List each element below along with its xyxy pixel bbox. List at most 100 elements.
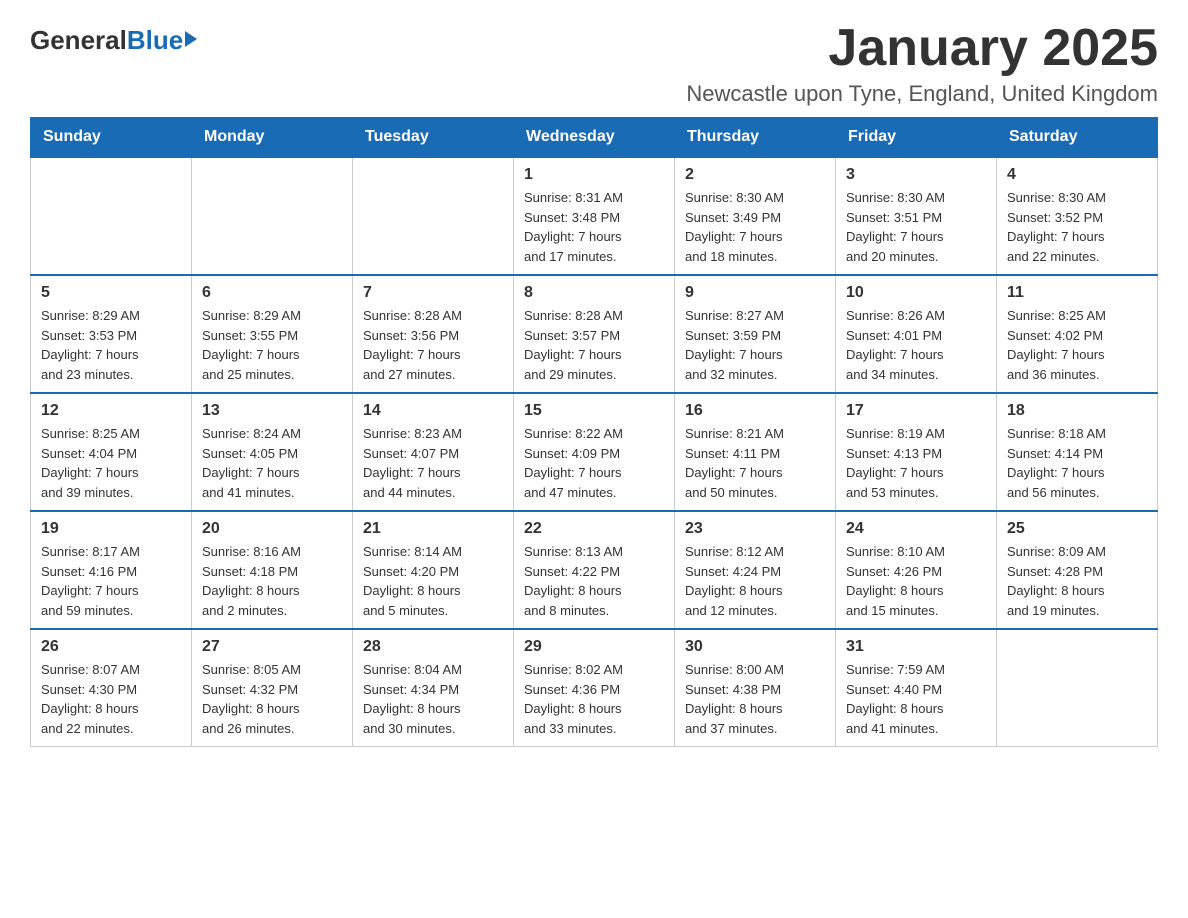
- location-subtitle: Newcastle upon Tyne, England, United Kin…: [686, 81, 1158, 107]
- calendar-header-friday: Friday: [836, 118, 997, 158]
- day-info: Sunrise: 8:19 AMSunset: 4:13 PMDaylight:…: [846, 424, 986, 502]
- day-info: Sunrise: 8:17 AMSunset: 4:16 PMDaylight:…: [41, 542, 181, 620]
- day-info: Sunrise: 8:07 AMSunset: 4:30 PMDaylight:…: [41, 660, 181, 738]
- day-number: 6: [202, 284, 342, 302]
- day-info: Sunrise: 8:29 AMSunset: 3:53 PMDaylight:…: [41, 306, 181, 384]
- day-info: Sunrise: 8:12 AMSunset: 4:24 PMDaylight:…: [685, 542, 825, 620]
- day-number: 13: [202, 402, 342, 420]
- logo-arrow-icon: [185, 31, 197, 47]
- day-number: 1: [524, 166, 664, 184]
- calendar-cell: 26 Sunrise: 8:07 AMSunset: 4:30 PMDayligh…: [31, 629, 192, 747]
- calendar-cell: 29 Sunrise: 8:02 AMSunset: 4:36 PMDayligh…: [514, 629, 675, 747]
- calendar-cell: 27 Sunrise: 8:05 AMSunset: 4:32 PMDayligh…: [192, 629, 353, 747]
- day-info: Sunrise: 8:29 AMSunset: 3:55 PMDaylight:…: [202, 306, 342, 384]
- page-header: General Blue January 2025 Newcastle upon…: [30, 20, 1158, 107]
- day-number: 11: [1007, 284, 1147, 302]
- day-number: 18: [1007, 402, 1147, 420]
- calendar-cell: 17 Sunrise: 8:19 AMSunset: 4:13 PMDayligh…: [836, 393, 997, 511]
- calendar-week-row: 26 Sunrise: 8:07 AMSunset: 4:30 PMDayligh…: [31, 629, 1158, 747]
- calendar-cell: 5Sunrise: 8:29 AMSunset: 3:53 PMDaylight…: [31, 275, 192, 393]
- title-section: January 2025 Newcastle upon Tyne, Englan…: [686, 20, 1158, 107]
- day-number: 23: [685, 520, 825, 538]
- calendar-cell: 3Sunrise: 8:30 AMSunset: 3:51 PMDaylight…: [836, 157, 997, 275]
- calendar-header-row: SundayMondayTuesdayWednesdayThursdayFrid…: [31, 118, 1158, 158]
- calendar-cell: 11 Sunrise: 8:25 AMSunset: 4:02 PMDayligh…: [997, 275, 1158, 393]
- calendar-header-sunday: Sunday: [31, 118, 192, 158]
- calendar-cell: 13 Sunrise: 8:24 AMSunset: 4:05 PMDayligh…: [192, 393, 353, 511]
- calendar-cell: 8 Sunrise: 8:28 AMSunset: 3:57 PMDaylight…: [514, 275, 675, 393]
- logo: General Blue: [30, 25, 197, 56]
- calendar-cell: 14 Sunrise: 8:23 AMSunset: 4:07 PMDayligh…: [353, 393, 514, 511]
- day-info: Sunrise: 8:28 AMSunset: 3:56 PMDaylight:…: [363, 306, 503, 384]
- day-info: Sunrise: 8:25 AMSunset: 4:04 PMDaylight:…: [41, 424, 181, 502]
- day-info: Sunrise: 8:30 AMSunset: 3:51 PMDaylight:…: [846, 188, 986, 266]
- day-number: 16: [685, 402, 825, 420]
- day-info: Sunrise: 8:30 AMSunset: 3:49 PMDaylight:…: [685, 188, 825, 266]
- day-number: 21: [363, 520, 503, 538]
- day-info: Sunrise: 8:25 AMSunset: 4:02 PMDaylight:…: [1007, 306, 1147, 384]
- calendar-cell: 4Sunrise: 8:30 AMSunset: 3:52 PMDaylight…: [997, 157, 1158, 275]
- day-info: Sunrise: 8:05 AMSunset: 4:32 PMDaylight:…: [202, 660, 342, 738]
- calendar-cell: 9Sunrise: 8:27 AMSunset: 3:59 PMDaylight…: [675, 275, 836, 393]
- day-info: Sunrise: 8:24 AMSunset: 4:05 PMDaylight:…: [202, 424, 342, 502]
- day-number: 8: [524, 284, 664, 302]
- calendar-cell: 16Sunrise: 8:21 AMSunset: 4:11 PMDayligh…: [675, 393, 836, 511]
- calendar-cell: 28 Sunrise: 8:04 AMSunset: 4:34 PMDayligh…: [353, 629, 514, 747]
- calendar-cell: 20 Sunrise: 8:16 AMSunset: 4:18 PMDayligh…: [192, 511, 353, 629]
- logo-blue-text: Blue: [127, 25, 183, 56]
- calendar-week-row: 12Sunrise: 8:25 AMSunset: 4:04 PMDayligh…: [31, 393, 1158, 511]
- day-info: Sunrise: 8:04 AMSunset: 4:34 PMDaylight:…: [363, 660, 503, 738]
- day-number: 19: [41, 520, 181, 538]
- day-number: 20: [202, 520, 342, 538]
- day-number: 24: [846, 520, 986, 538]
- day-info: Sunrise: 8:02 AMSunset: 4:36 PMDaylight:…: [524, 660, 664, 738]
- day-number: 27: [202, 638, 342, 656]
- day-info: Sunrise: 8:16 AMSunset: 4:18 PMDaylight:…: [202, 542, 342, 620]
- day-info: Sunrise: 8:28 AMSunset: 3:57 PMDaylight:…: [524, 306, 664, 384]
- calendar-header-saturday: Saturday: [997, 118, 1158, 158]
- calendar-cell: 10 Sunrise: 8:26 AMSunset: 4:01 PMDayligh…: [836, 275, 997, 393]
- calendar-cell: [31, 157, 192, 275]
- day-number: 15: [524, 402, 664, 420]
- day-number: 22: [524, 520, 664, 538]
- day-info: Sunrise: 8:09 AMSunset: 4:28 PMDaylight:…: [1007, 542, 1147, 620]
- calendar-week-row: 19 Sunrise: 8:17 AMSunset: 4:16 PMDayligh…: [31, 511, 1158, 629]
- calendar-cell: 12Sunrise: 8:25 AMSunset: 4:04 PMDayligh…: [31, 393, 192, 511]
- day-info: Sunrise: 8:27 AMSunset: 3:59 PMDaylight:…: [685, 306, 825, 384]
- day-info: Sunrise: 8:26 AMSunset: 4:01 PMDaylight:…: [846, 306, 986, 384]
- calendar-header-monday: Monday: [192, 118, 353, 158]
- calendar-cell: [997, 629, 1158, 747]
- day-number: 30: [685, 638, 825, 656]
- calendar-cell: [353, 157, 514, 275]
- calendar-cell: 2 Sunrise: 8:30 AMSunset: 3:49 PMDaylight…: [675, 157, 836, 275]
- day-info: Sunrise: 8:10 AMSunset: 4:26 PMDaylight:…: [846, 542, 986, 620]
- calendar-cell: 22 Sunrise: 8:13 AMSunset: 4:22 PMDayligh…: [514, 511, 675, 629]
- day-number: 28: [363, 638, 503, 656]
- day-number: 17: [846, 402, 986, 420]
- day-info: Sunrise: 8:18 AMSunset: 4:14 PMDaylight:…: [1007, 424, 1147, 502]
- day-number: 29: [524, 638, 664, 656]
- calendar-cell: 19 Sunrise: 8:17 AMSunset: 4:16 PMDayligh…: [31, 511, 192, 629]
- calendar-table: SundayMondayTuesdayWednesdayThursdayFrid…: [30, 117, 1158, 747]
- day-info: Sunrise: 8:23 AMSunset: 4:07 PMDaylight:…: [363, 424, 503, 502]
- calendar-cell: 6 Sunrise: 8:29 AMSunset: 3:55 PMDaylight…: [192, 275, 353, 393]
- calendar-cell: 30 Sunrise: 8:00 AMSunset: 4:38 PMDayligh…: [675, 629, 836, 747]
- day-info: Sunrise: 8:00 AMSunset: 4:38 PMDaylight:…: [685, 660, 825, 738]
- day-info: Sunrise: 8:22 AMSunset: 4:09 PMDaylight:…: [524, 424, 664, 502]
- day-info: Sunrise: 7:59 AMSunset: 4:40 PMDaylight:…: [846, 660, 986, 738]
- calendar-cell: 1 Sunrise: 8:31 AMSunset: 3:48 PMDaylight…: [514, 157, 675, 275]
- calendar-header-tuesday: Tuesday: [353, 118, 514, 158]
- calendar-cell: 15 Sunrise: 8:22 AMSunset: 4:09 PMDayligh…: [514, 393, 675, 511]
- day-number: 14: [363, 402, 503, 420]
- day-info: Sunrise: 8:14 AMSunset: 4:20 PMDaylight:…: [363, 542, 503, 620]
- day-info: Sunrise: 8:31 AMSunset: 3:48 PMDaylight:…: [524, 188, 664, 266]
- day-number: 26: [41, 638, 181, 656]
- day-number: 10: [846, 284, 986, 302]
- calendar-cell: 23 Sunrise: 8:12 AMSunset: 4:24 PMDayligh…: [675, 511, 836, 629]
- day-number: 2: [685, 166, 825, 184]
- calendar-header-wednesday: Wednesday: [514, 118, 675, 158]
- calendar-cell: 31Sunrise: 7:59 AMSunset: 4:40 PMDayligh…: [836, 629, 997, 747]
- calendar-cell: 24 Sunrise: 8:10 AMSunset: 4:26 PMDayligh…: [836, 511, 997, 629]
- day-info: Sunrise: 8:13 AMSunset: 4:22 PMDaylight:…: [524, 542, 664, 620]
- calendar-cell: 18 Sunrise: 8:18 AMSunset: 4:14 PMDayligh…: [997, 393, 1158, 511]
